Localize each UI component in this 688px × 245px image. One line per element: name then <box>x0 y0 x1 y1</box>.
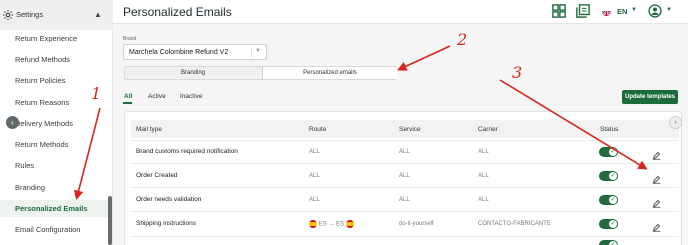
edit-icon[interactable] <box>652 147 661 160</box>
mail-type-cell: Brand customs required notification <box>136 148 238 155</box>
carrier-cell: CONTACTO-FABRICANTE <box>478 221 551 227</box>
page-title: Personalized Emails <box>123 5 232 19</box>
sidebar-item-return-methods[interactable]: Return Methods <box>15 140 68 149</box>
tab-branding[interactable]: Branding <box>125 67 261 79</box>
sidebar-item-return-reasons[interactable]: Return Reasons <box>15 98 69 107</box>
sidebar-item-delivery-methods[interactable]: Delivery Methods <box>15 119 73 128</box>
check-icon: ✓ <box>609 196 617 204</box>
chevron-down-icon[interactable]: ▼ <box>666 7 672 13</box>
column-header-mail-type: Mail type <box>136 126 163 133</box>
check-icon: ✓ <box>609 172 617 180</box>
mail-type-cell: Order Created <box>136 172 178 179</box>
route-cell: ES → ES <box>309 220 354 228</box>
chevron-right-icon: › <box>674 119 677 126</box>
status-toggle[interactable]: ✓ <box>599 195 618 205</box>
status-toggle[interactable]: ✓ <box>599 240 618 245</box>
row-divider <box>131 163 679 164</box>
mail-type-cell: Order needs validation <box>136 196 202 203</box>
top-bar: Personalized Emails EN ▼ ▼ <box>113 0 688 24</box>
scroll-right-button[interactable]: › <box>669 116 682 129</box>
mail-type-cell: Shipping instructions <box>136 220 196 227</box>
annotation-number-3: 3 <box>512 63 523 82</box>
sidebar-item-return-policies[interactable]: Return Policies <box>15 76 65 85</box>
status-toggle[interactable]: ✓ <box>599 219 618 229</box>
column-header-carrier: Carrier <box>478 126 498 133</box>
settings-section-header[interactable]: Settings ▲ <box>0 0 113 30</box>
service-cell: do-it-yourself <box>399 221 434 227</box>
sidebar-scrollbar[interactable] <box>108 196 112 245</box>
brand-label: Brand <box>123 36 137 42</box>
gear-icon <box>3 10 13 20</box>
chevron-down-icon[interactable]: ▼ <box>631 7 637 13</box>
route-text: ES → ES <box>318 221 345 228</box>
brand-select[interactable]: Marchela Colombine Refund V2 ▼ <box>123 44 267 60</box>
edit-icon[interactable] <box>652 171 661 184</box>
chevron-up-icon[interactable]: ▲ <box>94 10 102 19</box>
sidebar-item-personalized-emails[interactable]: Personalized Emails <box>15 204 88 213</box>
update-templates-button[interactable]: Update templates <box>622 90 678 104</box>
annotation-arrow-2 <box>397 45 451 71</box>
status-toggle[interactable]: ✓ <box>599 171 618 181</box>
route-cell: ALL <box>309 173 320 179</box>
service-cell: ALL <box>399 149 410 155</box>
check-icon: ✓ <box>609 241 617 245</box>
chevron-left-icon: ‹ <box>11 118 14 127</box>
sidebar-item-rules[interactable]: Rules <box>15 161 34 170</box>
filter-tab-all[interactable]: All <box>124 93 132 100</box>
row-divider <box>131 211 679 212</box>
collapse-sidebar-button[interactable]: ‹ <box>6 116 19 129</box>
column-header-service: Service <box>399 126 421 133</box>
tab-personalized-emails[interactable]: Personalized emails <box>262 67 397 79</box>
route-cell: ALL <box>309 197 320 203</box>
chevron-down-icon: ▼ <box>255 48 261 54</box>
status-toggle[interactable]: ✓ <box>599 147 618 157</box>
sidebar-item-branding[interactable]: Branding <box>15 183 45 192</box>
active-tab-indicator <box>123 102 132 104</box>
check-icon: ✓ <box>609 220 617 228</box>
filter-tab-inactive[interactable]: Inactive <box>180 93 202 100</box>
spain-flag-icon <box>309 220 317 228</box>
select-divider <box>251 48 252 57</box>
column-header-route: Route <box>309 126 327 133</box>
carrier-cell: ALL <box>478 149 489 155</box>
user-avatar-icon[interactable] <box>648 4 662 18</box>
sidebar-item-email-configuration[interactable]: Email Configuration <box>15 225 80 234</box>
column-header-status: Status <box>600 126 619 133</box>
service-cell: ALL <box>399 197 410 203</box>
grid-icon[interactable] <box>552 4 566 18</box>
language-selector[interactable]: EN <box>617 7 627 16</box>
row-divider <box>131 187 679 188</box>
brand-select-value: Marchela Colombine Refund V2 <box>129 49 229 56</box>
filter-tab-active[interactable]: Active <box>148 93 166 100</box>
annotation-number-2: 2 <box>457 30 468 49</box>
carrier-cell: ALL <box>478 197 489 203</box>
route-cell: ALL <box>309 149 320 155</box>
settings-section-title: Settings <box>16 10 44 19</box>
check-icon: ✓ <box>609 148 617 156</box>
row-divider <box>131 140 679 141</box>
sidebar-item-refund-methods[interactable]: Refund Methods <box>15 55 70 64</box>
spain-flag-icon <box>345 220 354 228</box>
library-icon[interactable] <box>576 4 590 18</box>
row-divider <box>131 236 679 237</box>
carrier-cell: ALL <box>478 173 489 179</box>
uk-flag-icon <box>602 7 611 16</box>
annotation-number-1: 1 <box>91 84 102 103</box>
service-cell: ALL <box>399 173 410 179</box>
view-segmented-control: Branding Personalized emails <box>124 66 397 80</box>
edit-icon[interactable] <box>652 195 661 208</box>
edit-icon[interactable] <box>652 219 661 232</box>
sidebar-item-return-experience[interactable]: Return Experience <box>15 34 77 43</box>
